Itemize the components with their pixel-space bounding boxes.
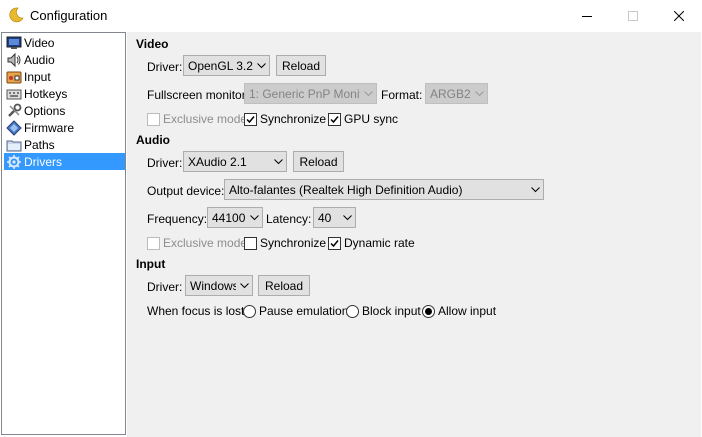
- fullscreen-monitor-label: Fullscreen monitor:: [147, 88, 250, 102]
- sidebar-item-options[interactable]: Options: [4, 102, 125, 119]
- audio-driver-select[interactable]: XAudio 2.1: [183, 151, 287, 172]
- sidebar-item-label: Firmware: [24, 120, 74, 135]
- video-exclusive-mode-checkbox[interactable]: Exclusive mode: [147, 112, 247, 126]
- sidebar-item-label: Hotkeys: [24, 86, 68, 101]
- allow-input-radio[interactable]: Allow input: [422, 304, 496, 318]
- input-driver-select[interactable]: Windows: [185, 275, 253, 296]
- video-section-title: Video: [136, 37, 169, 51]
- video-driver-label: Driver:: [147, 60, 183, 74]
- format-label: Format:: [381, 88, 423, 102]
- speaker-icon: [7, 52, 21, 67]
- title-bar: Configuration: [0, 0, 702, 31]
- format-select[interactable]: ARGB24: [425, 83, 488, 104]
- dynamic-rate-checkbox[interactable]: Dynamic rate: [328, 236, 415, 250]
- maximize-icon: [628, 10, 638, 21]
- video-driver-select[interactable]: OpenGL 3.2: [183, 55, 270, 76]
- video-reload-button[interactable]: Reload: [276, 55, 326, 76]
- chevron-down-icon: [246, 208, 262, 227]
- chevron-down-icon: [527, 180, 543, 199]
- wrench-icon: [8, 103, 22, 117]
- audio-section-title: Audio: [136, 133, 170, 147]
- input-driver-label: Driver:: [147, 280, 183, 294]
- input-device-icon: [6, 71, 22, 83]
- minimize-icon: [582, 15, 592, 17]
- chevron-down-icon: [236, 276, 252, 295]
- chevron-down-icon: [270, 152, 286, 171]
- frequency-select[interactable]: 44100: [207, 207, 263, 228]
- settings-sidebar: Video Audio Input Hotkeys Options Firmwa…: [1, 32, 126, 435]
- video-synchronize-checkbox[interactable]: Synchronize: [244, 112, 326, 126]
- audio-driver-label: Driver:: [147, 156, 183, 170]
- sidebar-item-audio[interactable]: Audio: [4, 51, 125, 68]
- input-section-title: Input: [136, 257, 166, 271]
- audio-reload-button[interactable]: Reload: [293, 151, 344, 172]
- gpu-sync-checkbox[interactable]: GPU sync: [328, 112, 398, 126]
- sidebar-item-label: Paths: [24, 137, 55, 152]
- output-device-select[interactable]: Alto-falantes (Realtek High Definition A…: [224, 179, 544, 200]
- sidebar-item-label: Options: [24, 103, 66, 118]
- chip-icon: [6, 119, 22, 136]
- checkmark-icon: [330, 115, 339, 123]
- close-icon: [674, 10, 684, 21]
- sidebar-item-video[interactable]: Video: [4, 34, 125, 51]
- sidebar-item-hotkeys[interactable]: Hotkeys: [4, 85, 125, 102]
- block-input-radio[interactable]: Block input: [346, 304, 421, 318]
- audio-exclusive-mode-checkbox[interactable]: Exclusive mode: [147, 236, 247, 250]
- sidebar-item-input[interactable]: Input: [4, 68, 125, 85]
- fullscreen-monitor-select[interactable]: 1: Generic PnP Monitor: [244, 83, 377, 104]
- chevron-down-icon: [339, 208, 355, 227]
- sidebar-item-label: Audio: [24, 52, 55, 67]
- focus-lost-label: When focus is lost:: [147, 304, 248, 318]
- sidebar-item-firmware[interactable]: Firmware: [4, 119, 125, 136]
- folder-icon: [6, 140, 22, 151]
- checkmark-icon: [246, 115, 255, 123]
- chevron-down-icon: [360, 84, 376, 103]
- sidebar-item-label: Video: [24, 35, 55, 50]
- latency-label: Latency:: [266, 212, 312, 226]
- frequency-label: Frequency:: [147, 212, 208, 226]
- output-device-label: Output device:: [147, 184, 225, 198]
- audio-synchronize-checkbox[interactable]: Synchronize: [244, 236, 326, 250]
- maximize-button[interactable]: [610, 0, 656, 31]
- sidebar-item-paths[interactable]: Paths: [4, 136, 125, 153]
- minimize-button[interactable]: [564, 0, 610, 31]
- pause-emulation-radio[interactable]: Pause emulation: [243, 304, 348, 318]
- window-title: Configuration: [30, 8, 108, 23]
- chevron-down-icon: [471, 84, 487, 103]
- sidebar-item-drivers[interactable]: Drivers: [4, 153, 125, 170]
- sidebar-item-label: Input: [24, 69, 51, 84]
- checkmark-icon: [330, 239, 339, 247]
- keyboard-icon: [6, 89, 22, 99]
- input-reload-button[interactable]: Reload: [258, 275, 310, 296]
- gear-icon: [7, 154, 21, 169]
- sidebar-item-label: Drivers: [24, 154, 62, 169]
- drivers-panel: Video Driver: OpenGL 3.2 Reload Fullscre…: [127, 32, 701, 437]
- monitor-icon: [6, 36, 22, 49]
- latency-select[interactable]: 40: [313, 207, 356, 228]
- chevron-down-icon: [253, 56, 269, 75]
- moon-app-icon: [9, 7, 24, 23]
- close-button[interactable]: [656, 0, 702, 31]
